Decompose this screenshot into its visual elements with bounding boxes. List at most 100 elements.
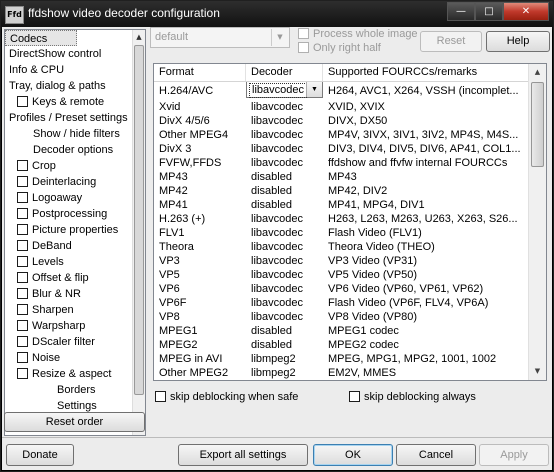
tree-item-checkbox[interactable] — [17, 208, 28, 219]
tree-item-checkbox[interactable] — [17, 368, 28, 379]
tree-item[interactable]: Warpsharp — [17, 318, 85, 334]
minimize-icon[interactable]: — — [447, 2, 475, 21]
skip-deblocking-safe-checkbox[interactable] — [155, 391, 166, 402]
tree-item-checkbox[interactable] — [17, 336, 28, 347]
close-icon[interactable]: ✕ — [503, 2, 549, 21]
codec-row[interactable]: FLV1 libavcodec Flash Video (FLV1) — [154, 226, 528, 240]
codec-row[interactable]: MPEG in AVI libmpeg2 MPEG, MPG1, MPG2, 100… — [154, 352, 528, 366]
chevron-down-icon[interactable]: ▼ — [306, 82, 322, 97]
only-right-half-option[interactable]: Only right half — [298, 41, 381, 55]
tree-item[interactable]: Levels — [17, 254, 64, 270]
tree-item-label: Blur & NR — [32, 288, 81, 300]
tree-item[interactable]: Noise — [17, 350, 60, 366]
tree-item[interactable]: Borders — [57, 382, 96, 398]
tree-item[interactable]: Blur & NR — [17, 286, 81, 302]
tree-item-checkbox[interactable] — [17, 240, 28, 251]
column-header-format[interactable]: Format — [154, 64, 246, 81]
codec-row[interactable]: Other MPEG2 libmpeg2 EM2V, MMES — [154, 366, 528, 380]
codec-list-scroll-thumb[interactable] — [531, 82, 544, 167]
tree-item-checkbox[interactable] — [17, 288, 28, 299]
tree-item-checkbox[interactable] — [17, 304, 28, 315]
tree-item-checkbox[interactable] — [17, 96, 28, 107]
codec-row[interactable]: MP42 disabled MP42, DIV2 — [154, 184, 528, 198]
codec-row[interactable]: MP41 disabled MP41, MPG4, DIV1 — [154, 198, 528, 212]
codec-row[interactable]: FVFW,FFDS libavcodec ffdshow and ffvfw int… — [154, 156, 528, 170]
column-header-decoder[interactable]: Decoder — [246, 64, 323, 81]
codec-row[interactable]: DivX 4/5/6 libavcodec DIVX, DX50 — [154, 114, 528, 128]
tree-item-checkbox[interactable] — [17, 160, 28, 171]
tree-item[interactable]: Deinterlacing — [17, 174, 96, 190]
tree-item[interactable]: Logoaway — [17, 190, 82, 206]
codec-list[interactable]: Format Decoder Supported FOURCCs/remarks… — [153, 63, 547, 381]
apply-button[interactable]: Apply — [479, 444, 549, 466]
tree-item[interactable]: Show / hide filters — [33, 126, 120, 142]
tree-item[interactable]: Info & CPU — [9, 62, 64, 78]
codec-row[interactable]: VP8 libavcodec VP8 Video (VP80) — [154, 310, 528, 324]
tree-item[interactable]: Profiles / Preset settings — [9, 110, 128, 126]
codec-row[interactable]: VP6F libavcodec Flash Video (VP6F, FLV4, V… — [154, 296, 528, 310]
reset-order-button[interactable]: Reset order — [4, 412, 145, 432]
codec-decoder: disabled — [251, 199, 292, 211]
skip-deblocking-always-option[interactable]: skip deblocking always — [349, 390, 476, 404]
title-bar[interactable]: Ffd ffdshow video decoder configuration … — [1, 1, 553, 27]
preset-combobox[interactable]: default ▼ — [150, 27, 290, 48]
tree-item-checkbox[interactable] — [17, 176, 28, 187]
tree-item-checkbox[interactable] — [17, 272, 28, 283]
help-button[interactable]: Help — [486, 31, 550, 52]
codec-list-scrollbar[interactable]: ▲ ▼ — [528, 64, 546, 380]
tree-item-checkbox[interactable] — [17, 320, 28, 331]
tree-item[interactable]: Decoder options — [33, 142, 113, 158]
tree-item[interactable]: DirectShow control — [9, 46, 101, 62]
settings-tree[interactable]: Codecs DirectShow control Info & CPU Tray, … — [4, 29, 146, 436]
codec-row[interactable]: VP3 libavcodec VP3 Video (VP31) — [154, 254, 528, 268]
reset-button[interactable]: Reset — [420, 31, 482, 52]
codec-row[interactable]: Xvid libavcodec XVID, XVIX — [154, 100, 528, 114]
skip-deblocking-safe-option[interactable]: skip deblocking when safe — [155, 390, 298, 404]
codec-row[interactable]: MP43 disabled MP43 — [154, 170, 528, 184]
tree-item[interactable]: Sharpen — [17, 302, 74, 318]
maximize-icon[interactable]: □ — [475, 2, 503, 21]
tree-item[interactable]: Resize & aspect — [17, 366, 111, 382]
codec-row[interactable]: VP5 libavcodec VP5 Video (VP50) — [154, 268, 528, 282]
tree-item-checkbox[interactable] — [17, 352, 28, 363]
codec-row[interactable]: MPEG1 disabled MPEG1 codec — [154, 324, 528, 338]
tree-item[interactable]: Postprocessing — [17, 206, 107, 222]
tree-item-checkbox[interactable] — [17, 224, 28, 235]
codec-row[interactable]: DivX 3 libavcodec DIV3, DIV4, DIV5, DIV6, … — [154, 142, 528, 156]
codec-row[interactable]: VP6 libavcodec VP6 Video (VP60, VP61, VP62… — [154, 282, 528, 296]
tree-scrollbar[interactable]: ▲ ▼ — [132, 30, 145, 435]
codec-row[interactable]: Other MPEG4 libavcodec MP4V, 3IVX, 3IV1, 3… — [154, 128, 528, 142]
tree-item[interactable]: DScaler filter — [17, 334, 95, 350]
codec-row[interactable]: H.263 (+) libavcodec H263, L263, M263, U26… — [154, 212, 528, 226]
scroll-up-icon[interactable]: ▲ — [133, 30, 145, 44]
column-header-remarks[interactable]: Supported FOURCCs/remarks — [323, 64, 528, 81]
tree-item[interactable]: Keys & remote — [17, 94, 104, 110]
codec-remarks: DIV3, DIV4, DIV5, DIV6, AP41, COL1... — [328, 143, 521, 155]
codec-decoder: libavcodec — [251, 269, 303, 281]
only-right-half-checkbox[interactable] — [298, 42, 309, 53]
tree-item[interactable]: Offset & flip — [17, 270, 89, 286]
cancel-button[interactable]: Cancel — [396, 444, 476, 466]
tree-scroll-thumb[interactable] — [134, 45, 144, 395]
tree-item[interactable]: Codecs — [5, 30, 77, 46]
tree-item[interactable]: Tray, dialog & paths — [9, 78, 106, 94]
scroll-down-icon[interactable]: ▼ — [529, 363, 546, 380]
ok-button[interactable]: OK — [313, 444, 393, 466]
tree-item-checkbox[interactable] — [17, 192, 28, 203]
codec-row[interactable]: H.264/AVC H264, AVC1, X264, VSSH (incompl… — [154, 82, 528, 98]
codec-decoder: libavcodec — [251, 227, 303, 239]
tree-item[interactable]: Picture properties — [17, 222, 118, 238]
donate-button[interactable]: Donate — [6, 444, 74, 466]
tree-item-checkbox[interactable] — [17, 256, 28, 267]
tree-item[interactable]: DeBand — [17, 238, 72, 254]
codec-row[interactable]: MPEG2 disabled MPEG2 codec — [154, 338, 528, 352]
decoder-dropdown[interactable]: libavcodec ▼ — [246, 82, 323, 98]
process-whole-image-checkbox[interactable] — [298, 28, 309, 39]
process-whole-image-option[interactable]: Process whole image — [298, 27, 418, 41]
tree-item-label: Codecs — [10, 33, 48, 45]
tree-item[interactable]: Crop — [17, 158, 56, 174]
scroll-up-icon[interactable]: ▲ — [529, 64, 546, 81]
codec-row[interactable]: Theora libavcodec Theora Video (THEO) — [154, 240, 528, 254]
export-all-settings-button[interactable]: Export all settings — [178, 444, 308, 466]
skip-deblocking-always-checkbox[interactable] — [349, 391, 360, 402]
